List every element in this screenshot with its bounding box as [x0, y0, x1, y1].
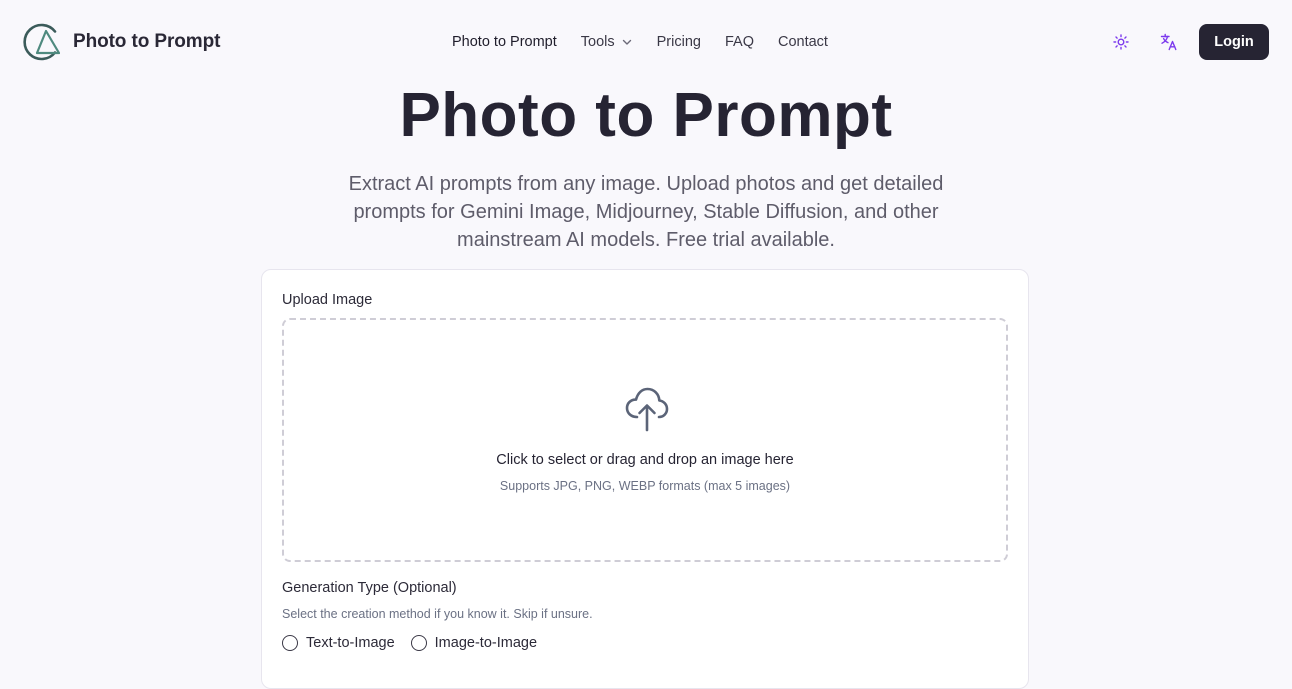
upload-card: Upload Image Click to select or drag and…: [261, 269, 1029, 689]
nav-tools-label: Tools: [580, 34, 615, 50]
language-button[interactable]: [1153, 26, 1185, 58]
dropzone-title: Click to select or drag and drop an imag…: [496, 452, 794, 468]
main-nav: Photo to Prompt Tools Pricing FAQ Contac…: [452, 31, 828, 53]
nav-faq[interactable]: FAQ: [725, 34, 754, 50]
nav-tools-dropdown[interactable]: Tools: [581, 34, 633, 50]
site-header: Photo to Prompt Photo to Prompt Tools Pr…: [0, 0, 1292, 84]
radio-label: Text-to-Image: [306, 635, 395, 651]
radio-label: Image-to-Image: [434, 635, 538, 651]
chevron-down-icon: [622, 39, 631, 45]
page-subtitle: Extract AI prompts from any image. Uploa…: [348, 173, 944, 251]
page-title: Photo to Prompt: [399, 81, 893, 150]
nav-pricing[interactable]: Pricing: [657, 34, 701, 50]
translate-icon: [1160, 33, 1177, 51]
generation-type-description: Select the creation method if you know i…: [282, 607, 593, 621]
nav-contact[interactable]: Contact: [778, 34, 828, 50]
radio-button[interactable]: [282, 635, 298, 651]
dropzone-hint: Supports JPG, PNG, WEBP formats (max 5 i…: [499, 479, 791, 493]
radio-text-to-image[interactable]: Text-to-Image: [282, 635, 395, 651]
radio-button[interactable]: [410, 635, 427, 651]
image-dropzone[interactable]: Click to select or drag and drop an imag…: [282, 318, 1008, 562]
login-button[interactable]: Login: [1199, 24, 1269, 60]
cloud-upload-icon: [625, 387, 669, 432]
brand-logo[interactable]: Photo to Prompt: [22, 23, 220, 61]
generation-type-label: Generation Type (Optional): [282, 580, 457, 596]
triangle-in-circle-logo-icon: [23, 23, 60, 61]
brand-name: Photo to Prompt: [73, 31, 221, 52]
sun-icon: [1113, 34, 1129, 50]
generation-type-options: Text-to-Image Image-to-Image: [282, 635, 553, 651]
theme-toggle-button[interactable]: [1105, 26, 1137, 58]
nav-photo-to-prompt[interactable]: Photo to Prompt: [452, 34, 557, 50]
radio-image-to-image[interactable]: Image-to-Image: [410, 635, 538, 651]
upload-image-label: Upload Image: [282, 292, 373, 308]
